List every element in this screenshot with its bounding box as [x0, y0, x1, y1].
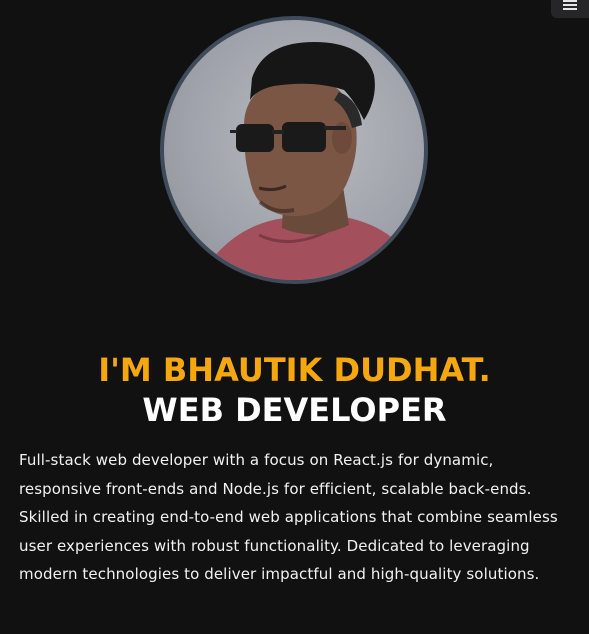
hero-name: I'M BHAUTIK DUDHAT. — [98, 351, 491, 389]
avatar — [160, 16, 428, 284]
hero-role: WEB DEVELOPER — [142, 391, 447, 429]
menu-icon — [563, 0, 577, 10]
menu-button[interactable] — [551, 0, 589, 18]
hero-section: I'M BHAUTIK DUDHAT. WEB DEVELOPER Full-s… — [0, 0, 589, 634]
bio-text: Full-stack web developer with a focus on… — [19, 451, 558, 583]
profile-photo — [194, 42, 414, 280]
